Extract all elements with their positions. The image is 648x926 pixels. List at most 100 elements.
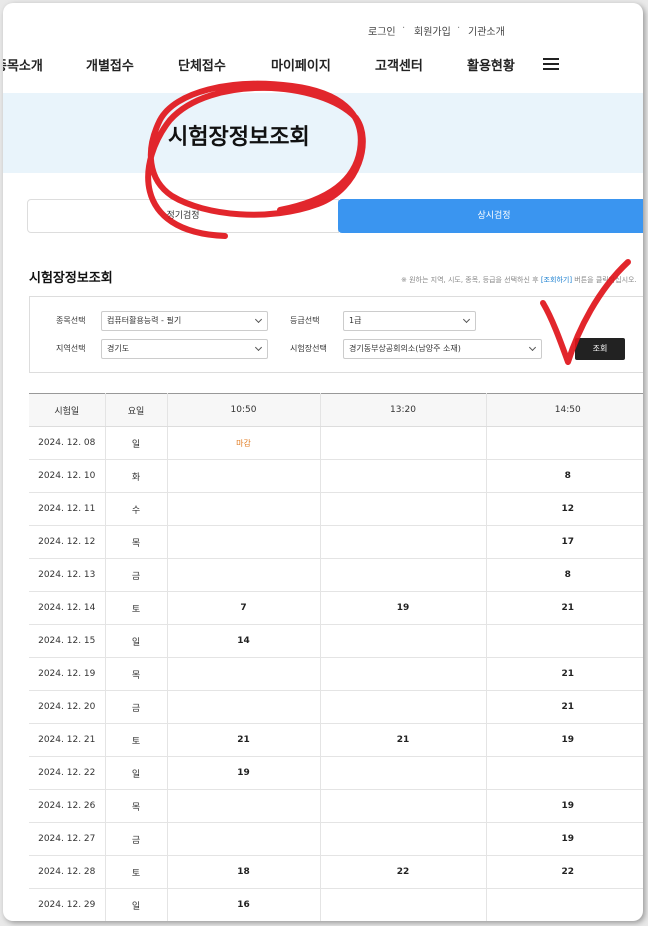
grade-select[interactable]: 1급 xyxy=(343,311,476,331)
search-button[interactable]: 조회 xyxy=(575,338,625,360)
table-row: 2024. 12. 11 수 12 xyxy=(29,492,643,526)
cell-day: 금 xyxy=(105,822,168,856)
cell-slot-1: 16 xyxy=(167,888,321,921)
cell-slot-1 xyxy=(167,525,321,559)
nav-item-usage[interactable]: 활용현황 xyxy=(467,55,515,74)
cell-date: 2024. 12. 08 xyxy=(29,426,106,460)
cell-slot-3: 8 xyxy=(486,459,643,493)
cell-date: 2024. 12. 12 xyxy=(29,525,106,559)
cell-slot-3 xyxy=(486,624,643,658)
table-row: 2024. 12. 27 금 19 xyxy=(29,822,643,856)
table-row: 2024. 12. 13 금 8 xyxy=(29,558,643,592)
cell-slot-2: 19 xyxy=(320,591,487,625)
header-date: 시험일 xyxy=(29,393,106,427)
cell-slot-1 xyxy=(167,657,321,691)
cell-day: 목 xyxy=(105,525,168,559)
cell-slot-3: 17 xyxy=(486,525,643,559)
cell-day: 화 xyxy=(105,459,168,493)
signup-link[interactable]: 회원가입 xyxy=(414,23,451,38)
cell-slot-3 xyxy=(486,888,643,921)
chevron-down-icon xyxy=(254,343,263,352)
separator-dot: · xyxy=(457,23,461,34)
instruction-link-text: [조회하기] xyxy=(540,276,573,284)
chevron-down-icon xyxy=(528,343,537,352)
cell-date: 2024. 12. 27 xyxy=(29,822,106,856)
section-title: 시험장정보조회 xyxy=(29,271,113,286)
cell-slot-2 xyxy=(320,789,487,823)
header-time-2: 13:20 xyxy=(320,393,487,427)
cell-date: 2024. 12. 15 xyxy=(29,624,106,658)
cell-slot-1: 18 xyxy=(167,855,321,889)
cell-slot-3 xyxy=(486,756,643,790)
cell-slot-1: 19 xyxy=(167,756,321,790)
header-time-3: 14:50 xyxy=(486,393,643,427)
table-row: 2024. 12. 20 금 21 xyxy=(29,690,643,724)
instruction-text: 버튼을 클릭하십시오. xyxy=(572,276,637,284)
cell-day: 일 xyxy=(105,624,168,658)
cell-slot-2 xyxy=(320,888,487,921)
cell-day: 금 xyxy=(105,690,168,724)
separator-dot: · xyxy=(402,23,406,34)
chevron-down-icon xyxy=(254,315,263,324)
cell-slot-1 xyxy=(167,492,321,526)
header-day: 요일 xyxy=(105,393,168,427)
cell-day: 일 xyxy=(105,888,168,921)
cell-date: 2024. 12. 22 xyxy=(29,756,106,790)
about-link[interactable]: 기관소개 xyxy=(468,23,505,38)
cell-slot-3 xyxy=(486,426,643,460)
cell-slot-2 xyxy=(320,657,487,691)
page-frame: 로그인 · 회원가입 · 기관소개 종목소개 개별접수 단체접수 마이페이지 고… xyxy=(3,3,643,921)
login-link[interactable]: 로그인 xyxy=(368,23,396,38)
grade-select-value: 1급 xyxy=(349,316,362,325)
cell-slot-1 xyxy=(167,690,321,724)
cell-slot-2 xyxy=(320,426,487,460)
cell-slot-3: 12 xyxy=(486,492,643,526)
cell-slot-2 xyxy=(320,459,487,493)
cell-slot-3: 21 xyxy=(486,690,643,724)
subject-label: 종목선택 xyxy=(56,316,86,325)
tab-always-exam[interactable]: 상시검정 xyxy=(338,199,643,233)
exam-type-tabs: 정기검정 상시검정 xyxy=(27,199,643,233)
subject-select[interactable]: 컴퓨터활용능력 - 필기 xyxy=(101,311,268,331)
cell-date: 2024. 12. 20 xyxy=(29,690,106,724)
cell-slot-3: 19 xyxy=(486,789,643,823)
cell-slot-2: 22 xyxy=(320,855,487,889)
cell-day: 일 xyxy=(105,426,168,460)
grade-label: 등급선택 xyxy=(290,316,320,325)
cell-day: 금 xyxy=(105,558,168,592)
cell-slot-3: 8 xyxy=(486,558,643,592)
cell-slot-2 xyxy=(320,624,487,658)
filter-panel: 종목선택 컴퓨터활용능력 - 필기 등급선택 1급 지역선택 경기도 시험장선택… xyxy=(29,296,643,373)
table-row: 2024. 12. 08 일 마감 xyxy=(29,426,643,460)
cell-slot-2: 21 xyxy=(320,723,487,757)
cell-date: 2024. 12. 19 xyxy=(29,657,106,691)
menu-icon[interactable] xyxy=(543,58,559,70)
cell-date: 2024. 12. 14 xyxy=(29,591,106,625)
hero-banner: 시험장정보조회 xyxy=(3,93,643,173)
cell-date: 2024. 12. 11 xyxy=(29,492,106,526)
cell-day: 수 xyxy=(105,492,168,526)
cell-day: 토 xyxy=(105,723,168,757)
cell-slot-2 xyxy=(320,822,487,856)
site-select[interactable]: 경기동부상공회의소(남양주 소재) xyxy=(343,339,542,359)
table-row: 2024. 12. 22 일 19 xyxy=(29,756,643,790)
nav-item-group[interactable]: 단체접수 xyxy=(178,55,226,74)
cell-slot-1: 마감 xyxy=(167,426,321,460)
region-select[interactable]: 경기도 xyxy=(101,339,268,359)
cell-date: 2024. 12. 29 xyxy=(29,888,106,921)
table-row: 2024. 12. 21 토 21 21 19 xyxy=(29,723,643,757)
nav-item-individual[interactable]: 개별접수 xyxy=(86,55,134,74)
table-row: 2024. 12. 15 일 14 xyxy=(29,624,643,658)
table-row: 2024. 12. 10 화 8 xyxy=(29,459,643,493)
chevron-down-icon xyxy=(462,315,471,324)
table-row: 2024. 12. 14 토 7 19 21 xyxy=(29,591,643,625)
nav-item-subject-intro[interactable]: 종목소개 xyxy=(3,55,43,74)
table-row: 2024. 12. 28 토 18 22 22 xyxy=(29,855,643,889)
nav-item-support[interactable]: 고객센터 xyxy=(375,55,423,74)
site-label: 시험장선택 xyxy=(290,344,327,353)
instruction-text: ※ 원하는 지역, 시도, 종목, 등급을 선택하신 후 xyxy=(401,276,541,284)
tab-regular-exam[interactable]: 정기검정 xyxy=(27,199,339,233)
schedule-table: 시험일 요일 10:50 13:20 14:50 2024. 12. 08 일 마감… xyxy=(29,393,643,921)
table-row: 2024. 12. 29 일 16 xyxy=(29,888,643,921)
nav-item-mypage[interactable]: 마이페이지 xyxy=(271,55,331,74)
